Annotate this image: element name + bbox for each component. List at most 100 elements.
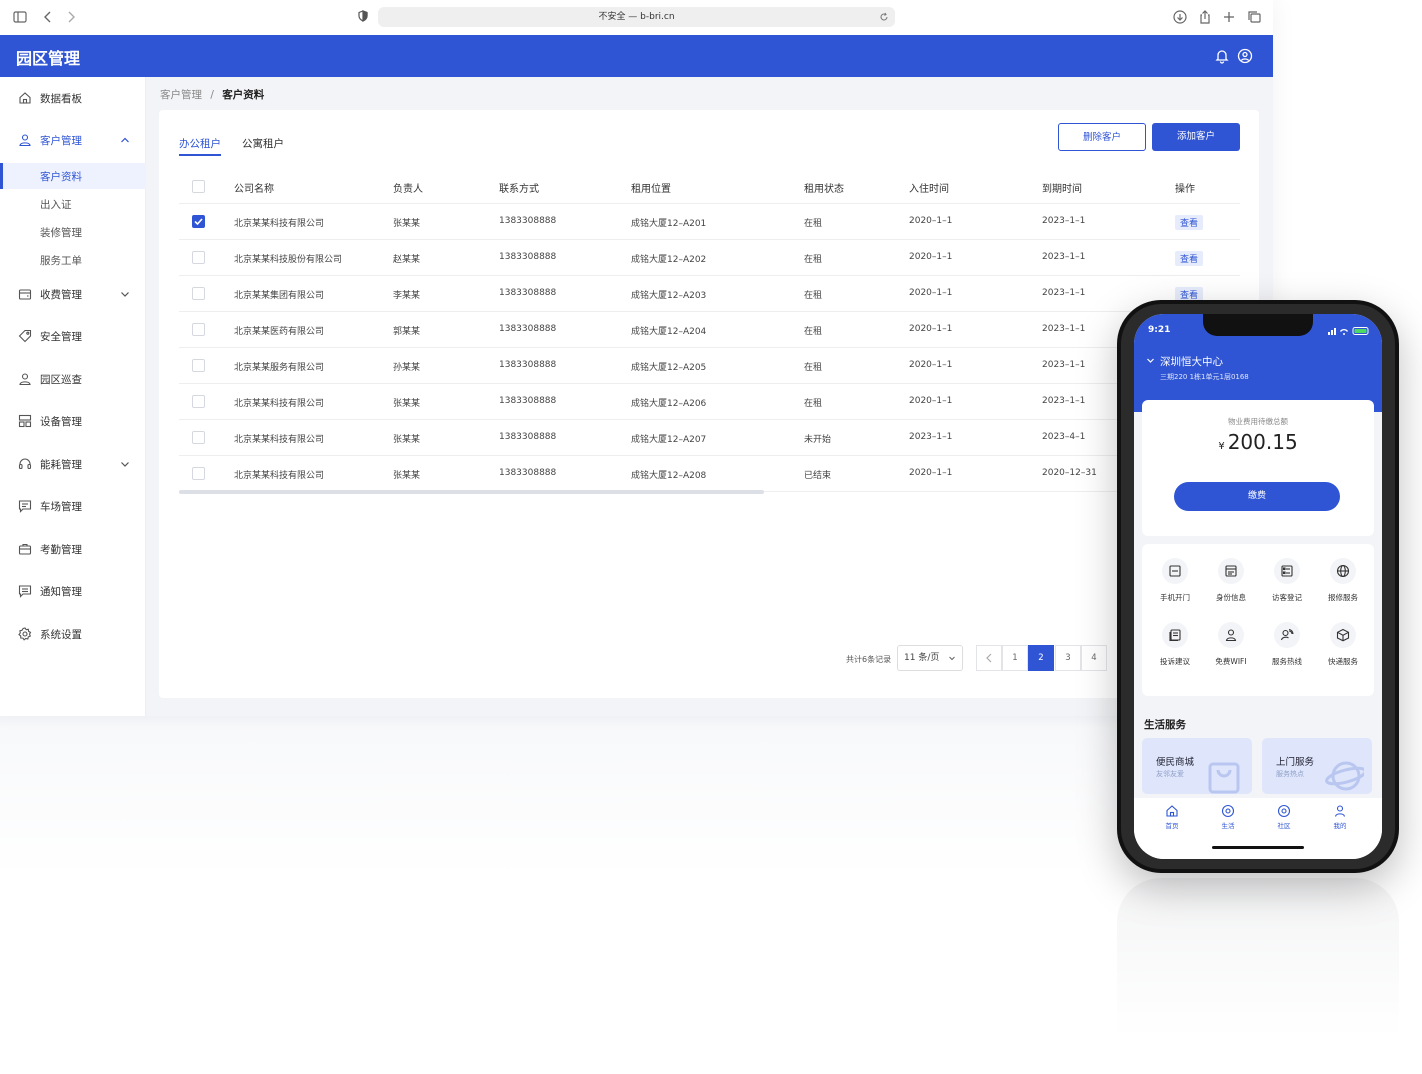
prev-page-button[interactable] <box>976 645 1002 671</box>
service-door[interactable]: 手机开门 <box>1146 548 1204 608</box>
globe-icon <box>1330 558 1356 584</box>
page-button[interactable]: 1 <box>1002 645 1028 671</box>
table-row[interactable]: 北京某某科技有限公司 张某某 1383308888 成铭大厦12–A201 在租 2020… <box>179 204 1240 240</box>
service-hotline[interactable]: 服务热线 <box>1258 612 1316 672</box>
row-checkbox[interactable] <box>192 395 205 408</box>
service-complaint[interactable]: 投诉建议 <box>1146 612 1204 672</box>
sidebar-item-label: 车场管理 <box>40 500 82 513</box>
row-checkbox[interactable] <box>192 359 205 372</box>
service-wifi[interactable]: 免费WIFI <box>1202 612 1260 672</box>
sidebar-subitem-work-orders[interactable]: 服务工单 <box>0 247 146 273</box>
tile-convenience-mall[interactable]: 便民商城 友邻友爱 <box>1142 738 1252 794</box>
row-checkbox[interactable] <box>192 287 205 300</box>
sidebar-item-billing[interactable]: 收费管理 <box>0 281 146 307</box>
life-icon <box>1221 804 1235 818</box>
bell-icon[interactable] <box>1214 48 1230 64</box>
table-row[interactable]: 北京某某服务有限公司 孙某某 1383308888 成铭大厦12–A205 在租 2020… <box>179 348 1240 384</box>
table-row[interactable]: 北京某某科技有限公司 张某某 1383308888 成铭大厦12–A207 未开始 202… <box>179 420 1240 456</box>
column-header: 入住时间 <box>909 184 949 195</box>
owner-cell: 张某某 <box>393 435 421 445</box>
user-icon <box>18 133 32 147</box>
sidebar: 数据看板 客户管理 客户资料 出入证 装修管理 服务工单 收费管理 安全管理 园… <box>0 77 146 716</box>
sidebar-item-parking[interactable]: 车场管理 <box>0 493 146 519</box>
address-text: 不安全 — b-bri.cn <box>598 12 675 22</box>
sidebar-item-devices[interactable]: 设备管理 <box>0 408 146 434</box>
sidebar-item-patrol[interactable]: 园区巡查 <box>0 366 146 392</box>
row-checkbox[interactable] <box>192 431 205 444</box>
sidebar-item-settings[interactable]: 系统设置 <box>0 621 146 647</box>
page-size-select[interactable]: 11 条/页 <box>897 645 963 671</box>
breadcrumb-parent[interactable]: 客户管理 <box>160 89 202 101</box>
tile-home-service[interactable]: 上门服务 服务热点 <box>1262 738 1372 794</box>
new-tab-icon[interactable] <box>1221 9 1237 25</box>
tabs-overview-icon[interactable] <box>1246 9 1262 25</box>
sidebar-item-attendance[interactable]: 考勤管理 <box>0 536 146 562</box>
service-visitor[interactable]: 访客登记 <box>1258 548 1316 608</box>
sidebar-item-customers[interactable]: 客户管理 <box>0 127 146 153</box>
chevron-down-icon[interactable] <box>120 289 130 299</box>
end-date-cell: 2023–1–1 <box>1042 396 1086 406</box>
table-row[interactable]: 北京某某集团有限公司 李某某 1383308888 成铭大厦12–A203 在租 2020… <box>179 276 1240 312</box>
table-row[interactable]: 北京某某医药有限公司 郭某某 1383308888 成铭大厦12–A204 在租 2020… <box>179 312 1240 348</box>
status-icons <box>1328 326 1370 336</box>
page-button-current[interactable]: 2 <box>1028 645 1054 671</box>
column-header: 负责人 <box>393 184 423 195</box>
select-all-checkbox[interactable] <box>192 180 205 193</box>
active-tab-indicator <box>179 154 221 156</box>
row-checkbox[interactable] <box>192 467 205 480</box>
planet-icon <box>1324 754 1364 794</box>
table-row[interactable]: 北京某某科技股份有限公司 赵某某 1383308888 成铭大厦12–A202 在租 20… <box>179 240 1240 276</box>
chevron-down-icon[interactable] <box>1146 356 1155 365</box>
table-row[interactable]: 北京某某科技有限公司 张某某 1383308888 成铭大厦12–A208 已结束 202… <box>179 456 1240 492</box>
chevron-up-icon[interactable] <box>120 135 130 145</box>
service-identity[interactable]: 身份信息 <box>1202 548 1260 608</box>
community-name[interactable]: 深圳恒大中心 <box>1160 354 1223 369</box>
sidebar-item-notices[interactable]: 通知管理 <box>0 578 146 604</box>
view-button[interactable]: 查看 <box>1175 215 1204 230</box>
tab-office-tenants[interactable]: 办公租户 <box>179 136 221 151</box>
forward-icon[interactable] <box>63 9 79 25</box>
tab-home[interactable]: 首页 <box>1152 804 1192 830</box>
back-icon[interactable] <box>40 9 56 25</box>
main-content: 客户管理 / 客户资料 办公租户 公寓租户 删除客户 添加客户 公司名称 负责人… <box>146 77 1273 716</box>
register-icon <box>1274 558 1300 584</box>
sidebar-toggle-icon[interactable] <box>12 9 28 25</box>
delete-customer-button[interactable]: 删除客户 <box>1058 123 1146 151</box>
location-cell: 成铭大厦12–A206 <box>631 399 707 409</box>
add-customer-button[interactable]: 添加客户 <box>1152 123 1240 151</box>
chevron-down-icon[interactable] <box>120 459 130 469</box>
address-bar[interactable]: 不安全 — b-bri.cn <box>378 7 895 27</box>
horizontal-scrollbar[interactable] <box>179 490 764 494</box>
tab-profile[interactable]: 我的 <box>1320 804 1360 830</box>
table-row[interactable]: 北京某某科技有限公司 张某某 1383308888 成铭大厦12–A206 在租 2020… <box>179 384 1240 420</box>
service-express[interactable]: 快递服务 <box>1314 612 1372 672</box>
share-icon[interactable] <box>1197 9 1213 25</box>
page-button[interactable]: 4 <box>1081 645 1107 671</box>
tab-community[interactable]: 社区 <box>1264 804 1304 830</box>
row-checkbox[interactable] <box>192 323 205 336</box>
sidebar-item-dashboard[interactable]: 数据看板 <box>0 85 146 111</box>
user-avatar-icon[interactable] <box>1237 48 1253 64</box>
sidebar-item-security[interactable]: 安全管理 <box>0 323 146 349</box>
pay-button[interactable]: 缴费 <box>1174 482 1340 511</box>
service-label: 免费WIFI <box>1215 657 1247 666</box>
download-icon[interactable] <box>1172 9 1188 25</box>
sidebar-item-label: 考勤管理 <box>40 543 82 556</box>
row-checkbox[interactable] <box>192 251 205 264</box>
sidebar-item-energy[interactable]: 能耗管理 <box>0 451 146 477</box>
tab-apartment-tenants[interactable]: 公寓租户 <box>242 136 284 151</box>
service-repair[interactable]: 报修服务 <box>1314 548 1372 608</box>
shopping-bag-icon <box>1204 754 1244 794</box>
person-icon <box>18 372 32 386</box>
tab-life[interactable]: 生活 <box>1208 804 1248 830</box>
sidebar-subitem-renovation[interactable]: 装修管理 <box>0 219 146 245</box>
view-button[interactable]: 查看 <box>1175 251 1204 266</box>
reload-icon[interactable] <box>879 12 889 22</box>
sidebar-subitem-access-pass[interactable]: 出入证 <box>0 191 146 217</box>
status-cell: 已结束 <box>804 471 832 481</box>
page-button[interactable]: 3 <box>1055 645 1081 671</box>
status-time: 9:21 <box>1148 325 1171 335</box>
sidebar-subitem-customer-profile[interactable]: 客户资料 <box>0 163 146 189</box>
home-icon <box>1165 804 1179 818</box>
row-checkbox[interactable] <box>192 215 205 228</box>
